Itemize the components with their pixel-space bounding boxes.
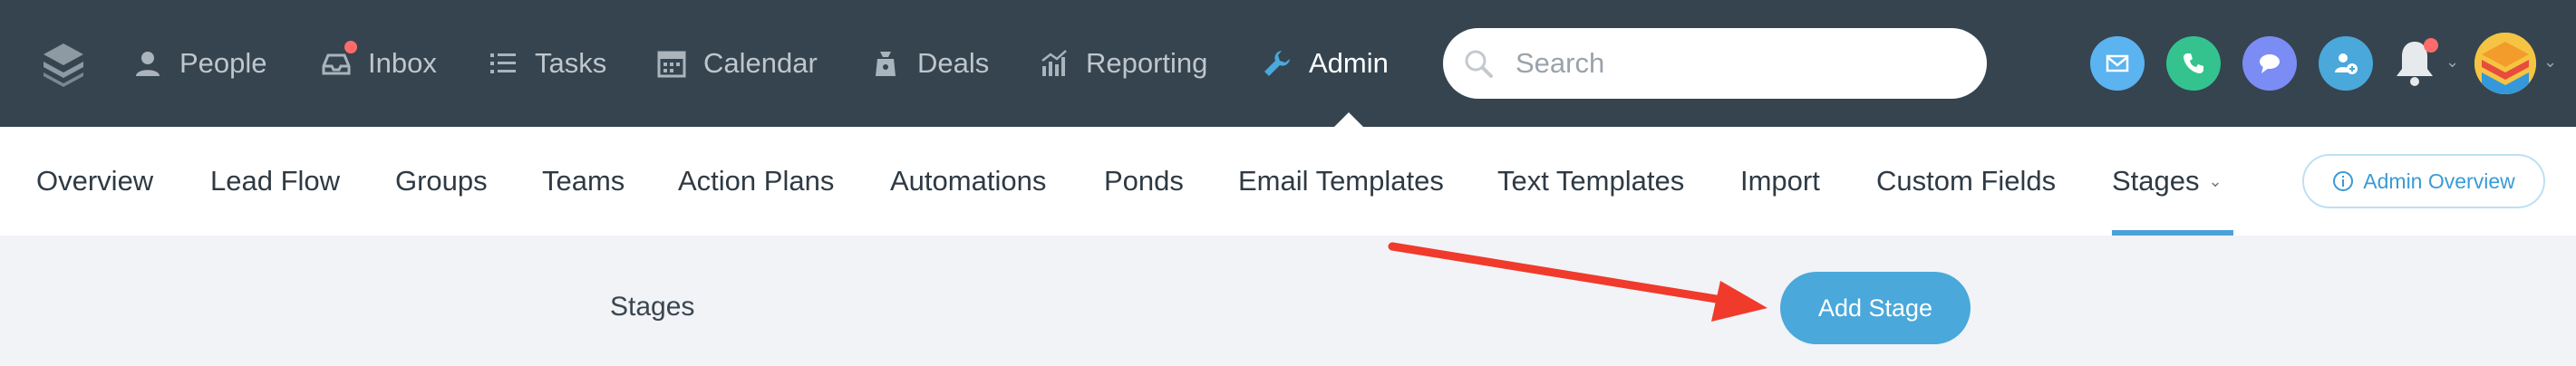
- inbox-icon: [321, 41, 357, 79]
- admin-subnav: Overview Lead Flow Groups Teams Action P…: [0, 127, 2576, 236]
- phone-icon: [2184, 53, 2203, 73]
- tab-import[interactable]: Import: [1740, 127, 1820, 236]
- top-navigation-bar: People Inbox Tasks Calendar Deals Report…: [0, 0, 2576, 127]
- calendar-icon: [656, 48, 687, 79]
- user-avatar-icon: [2474, 33, 2536, 94]
- tab-automations[interactable]: Automations: [890, 127, 1046, 236]
- avatar[interactable]: [2474, 33, 2536, 94]
- email-button[interactable]: [2090, 36, 2145, 91]
- tab-label: Ponds: [1104, 165, 1184, 197]
- tab-label: Stages: [2112, 165, 2200, 197]
- chat-button[interactable]: [2242, 36, 2297, 91]
- admin-overview-label: Admin Overview: [2363, 169, 2515, 193]
- tab-label: Email Templates: [1238, 165, 1444, 197]
- info-icon: [2333, 171, 2354, 191]
- notifications-button[interactable]: [2389, 36, 2440, 91]
- admin-overview-button[interactable]: Admin Overview: [2302, 154, 2545, 208]
- nav-inbox-label: Inbox: [368, 47, 437, 79]
- notification-badge: [2424, 38, 2438, 53]
- wrench-icon: [1262, 48, 1293, 79]
- phone-button[interactable]: [2166, 36, 2221, 91]
- tab-label: Teams: [542, 165, 625, 197]
- active-nav-caret: [1334, 112, 1363, 127]
- chart-icon: [1039, 48, 1070, 79]
- chevron-down-icon[interactable]: ⌄: [2445, 53, 2459, 72]
- tab-overview[interactable]: Overview: [36, 127, 153, 236]
- list-icon: [488, 48, 518, 79]
- tab-email-templates[interactable]: Email Templates: [1238, 127, 1444, 236]
- nav-deals-label: Deals: [917, 47, 990, 79]
- tab-label: Automations: [890, 165, 1047, 197]
- tab-label: Overview: [36, 165, 154, 197]
- active-tab-indicator: [2112, 230, 2233, 236]
- inbox-notification-dot: [344, 41, 357, 53]
- tab-label: Lead Flow: [210, 165, 341, 197]
- tab-custom-fields[interactable]: Custom Fields: [1876, 127, 2056, 236]
- nav-inbox[interactable]: Inbox: [321, 0, 437, 127]
- nav-people[interactable]: People: [132, 0, 267, 127]
- add-stage-button[interactable]: Add Stage: [1780, 272, 1971, 344]
- app-logo-icon[interactable]: [40, 40, 87, 87]
- tab-text-templates[interactable]: Text Templates: [1497, 127, 1684, 236]
- nav-reporting-label: Reporting: [1086, 47, 1208, 79]
- nav-admin[interactable]: Admin: [1262, 0, 1389, 127]
- bag-icon: [870, 48, 901, 79]
- tab-label: Import: [1740, 165, 1820, 197]
- tab-lead-flow[interactable]: Lead Flow: [210, 127, 340, 236]
- nav-tasks[interactable]: Tasks: [488, 0, 606, 127]
- tab-groups[interactable]: Groups: [395, 127, 488, 236]
- search-box[interactable]: [1443, 28, 1987, 99]
- tab-label: Text Templates: [1497, 165, 1685, 197]
- add-contact-icon: [2335, 53, 2358, 74]
- chat-bubble-icon: [2260, 54, 2280, 73]
- tab-action-plans[interactable]: Action Plans: [678, 127, 834, 236]
- nav-tasks-label: Tasks: [535, 47, 607, 79]
- search-input[interactable]: [1516, 47, 1951, 80]
- search-icon: [1463, 48, 1494, 79]
- tab-teams[interactable]: Teams: [542, 127, 625, 236]
- nav-calendar[interactable]: Calendar: [656, 0, 818, 127]
- tab-stages[interactable]: Stages ⌄: [2112, 127, 2223, 236]
- tab-label: Action Plans: [678, 165, 835, 197]
- nav-people-label: People: [179, 47, 267, 79]
- nav-reporting[interactable]: Reporting: [1039, 0, 1207, 127]
- person-icon: [132, 48, 163, 79]
- envelope-icon: [2106, 54, 2129, 72]
- chevron-down-icon[interactable]: ⌄: [2543, 53, 2557, 72]
- nav-calendar-label: Calendar: [703, 47, 818, 79]
- nav-deals[interactable]: Deals: [870, 0, 989, 127]
- tab-label: Custom Fields: [1876, 165, 2057, 197]
- page-title: Stages: [610, 292, 695, 322]
- nav-admin-label: Admin: [1309, 47, 1389, 79]
- chevron-down-icon: ⌄: [2208, 171, 2223, 190]
- tab-ponds[interactable]: Ponds: [1104, 127, 1184, 236]
- tab-label: Groups: [395, 165, 488, 197]
- add-contact-button[interactable]: [2319, 36, 2373, 91]
